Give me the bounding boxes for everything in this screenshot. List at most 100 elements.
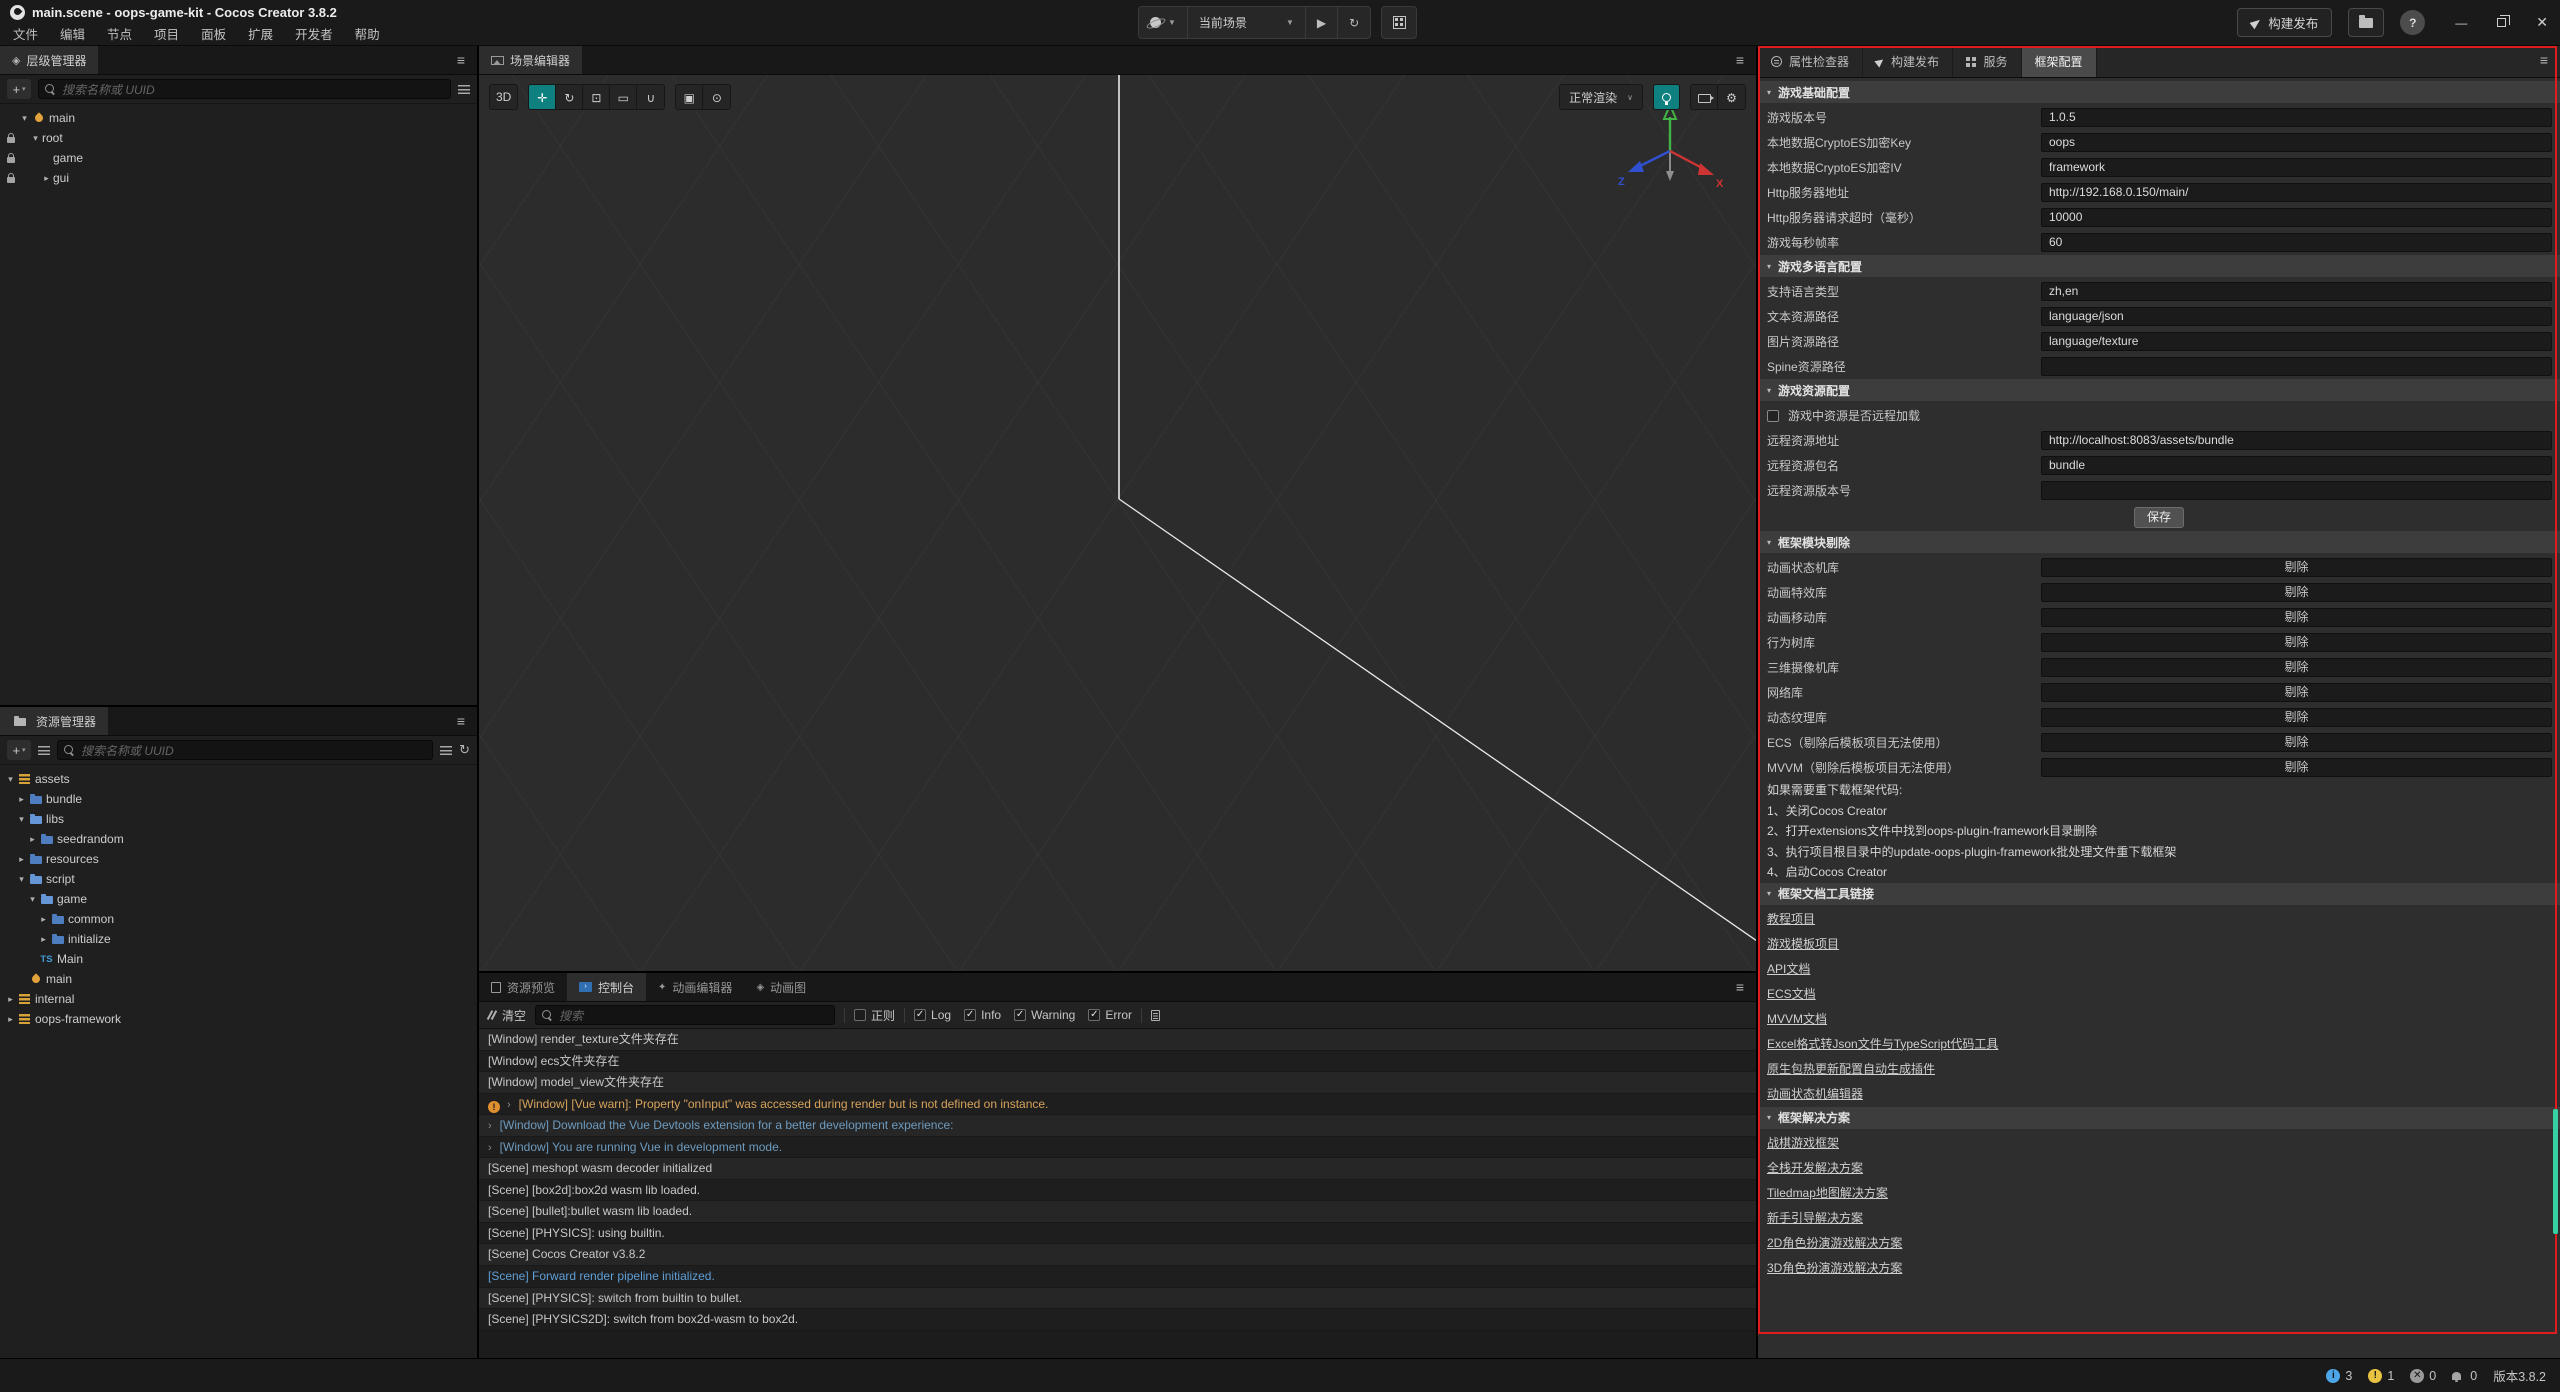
menu-item[interactable]: 帮助 — [344, 26, 391, 45]
remove-button[interactable]: 剔除 — [2041, 733, 2552, 752]
log-row[interactable]: [Window] model_view文件夹存在 — [479, 1072, 1756, 1094]
warning-count-badge[interactable]: ! 1 — [2368, 1369, 2394, 1383]
tree-row[interactable]: ▾script — [0, 869, 477, 889]
minimize-button[interactable]: — — [2455, 16, 2467, 30]
error-count-badge[interactable]: ✕ 0 — [2410, 1369, 2436, 1383]
doc-link[interactable]: 教程项目 — [1767, 912, 1815, 926]
section-header[interactable]: ▾框架模块剔除 — [1758, 531, 2560, 553]
rotate-tool-button[interactable]: ↻ — [556, 85, 583, 110]
section-header[interactable]: ▾框架解决方案 — [1758, 1107, 2560, 1129]
scale-tool-button[interactable]: ⊡ — [583, 85, 610, 110]
render-mode-select[interactable]: 正常渲染 ∨ — [1559, 84, 1643, 110]
close-button[interactable]: ✕ — [2536, 14, 2548, 31]
filter-list-icon[interactable] — [440, 746, 452, 755]
console-tab[interactable]: 资源预览 — [479, 973, 567, 1001]
remove-button[interactable]: 剔除 — [2041, 608, 2552, 627]
expand-chevron-icon[interactable]: › — [507, 1099, 511, 1111]
filter-error[interactable]: ✓Error — [1088, 1008, 1132, 1022]
tree-row[interactable]: ▸common — [0, 909, 477, 929]
pivot-button[interactable]: ▣ — [676, 85, 703, 110]
menu-item[interactable]: 项目 — [143, 26, 190, 45]
doc-link[interactable]: 新手引导解决方案 — [1767, 1211, 1863, 1225]
doc-link[interactable]: MVVM文档 — [1767, 1012, 1827, 1026]
help-button[interactable]: ? — [2400, 10, 2425, 35]
open-project-folder-button[interactable] — [2348, 8, 2384, 37]
expand-arrow-icon[interactable]: ▸ — [37, 914, 50, 925]
config-tab[interactable]: 构建发布 — [1863, 46, 1953, 77]
checkbox-icon[interactable]: ✓ — [1014, 1009, 1026, 1021]
panel-menu-icon[interactable]: ≡ — [1724, 973, 1756, 1001]
coordinate-button[interactable]: ⊙ — [703, 85, 730, 110]
expand-arrow-icon[interactable]: ▸ — [4, 994, 17, 1005]
remove-button[interactable]: 剔除 — [2041, 558, 2552, 577]
expand-arrow-icon[interactable]: ▸ — [37, 934, 50, 945]
expand-arrow-icon[interactable]: ▸ — [4, 1014, 17, 1025]
field-input[interactable]: language/json — [2041, 307, 2552, 326]
expand-arrow-icon[interactable]: ▸ — [15, 854, 28, 865]
save-button[interactable]: 保存 — [2134, 507, 2184, 528]
restart-button[interactable]: ↻ — [1338, 7, 1370, 38]
remove-button[interactable]: 剔除 — [2041, 583, 2552, 602]
field-input[interactable]: http://192.168.0.150/main/ — [2041, 183, 2552, 202]
console-tab[interactable]: ✦动画编辑器 — [646, 973, 744, 1001]
field-input[interactable]: framework — [2041, 158, 2552, 177]
section-header[interactable]: ▾游戏资源配置 — [1758, 379, 2560, 401]
tree-row[interactable]: ▸internal — [0, 989, 477, 1009]
doc-link[interactable]: ECS文档 — [1767, 987, 1816, 1001]
field-input[interactable]: 10000 — [2041, 208, 2552, 227]
expand-arrow-icon[interactable]: ▾ — [4, 774, 17, 785]
doc-link[interactable]: 游戏模板项目 — [1767, 937, 1839, 951]
config-tab[interactable]: 属性检查器 — [1758, 46, 1863, 77]
tree-row[interactable]: ▾root — [0, 128, 477, 148]
field-input[interactable]: bundle — [2041, 456, 2552, 475]
expand-arrow-icon[interactable]: ▾ — [29, 133, 42, 144]
assets-search-input[interactable]: 搜索名称或 UUID — [57, 740, 433, 760]
play-button[interactable]: ▶ — [1306, 7, 1338, 38]
remove-button[interactable]: 剔除 — [2041, 758, 2552, 777]
log-row[interactable]: !›[Window] [Vue warn]: Property "onInput… — [479, 1094, 1756, 1116]
log-row[interactable]: ›[Window] Download the Vue Devtools exte… — [479, 1115, 1756, 1137]
log-row[interactable]: [Scene] Forward render pipeline initiali… — [479, 1266, 1756, 1288]
filter-icon[interactable] — [458, 85, 470, 94]
doc-link[interactable]: 战棋游戏框架 — [1767, 1136, 1839, 1150]
info-count-badge[interactable]: i 3 — [2326, 1369, 2352, 1383]
tree-row[interactable]: ▸seedrandom — [0, 829, 477, 849]
expand-arrow-icon[interactable]: ▾ — [15, 874, 28, 885]
remove-button[interactable]: 剔除 — [2041, 683, 2552, 702]
filter-warning[interactable]: ✓Warning — [1014, 1008, 1075, 1022]
tree-row[interactable]: ▾game — [0, 889, 477, 909]
tab-hierarchy[interactable]: ◈ 层级管理器 — [0, 46, 98, 74]
tab-scene-editor[interactable]: 场景编辑器 — [479, 46, 582, 74]
preview-target-button[interactable]: ▼ — [1139, 7, 1188, 38]
panel-menu-icon[interactable]: ≡ — [1724, 46, 1756, 74]
field-input[interactable]: 1.0.5 — [2041, 108, 2552, 127]
field-input[interactable] — [2041, 357, 2552, 376]
gizmo-tool-button[interactable]: ∪ — [637, 85, 664, 110]
expand-arrow-icon[interactable]: ▾ — [26, 894, 39, 905]
expand-arrow-icon[interactable]: ▾ — [15, 814, 28, 825]
clear-console-button[interactable]: 清空 — [487, 1007, 526, 1024]
log-row[interactable]: [Scene] meshopt wasm decoder initialized — [479, 1158, 1756, 1180]
sort-icon[interactable] — [38, 746, 50, 755]
doc-link[interactable]: Tiledmap地图解决方案 — [1767, 1186, 1888, 1200]
tree-row[interactable]: ▸resources — [0, 849, 477, 869]
expand-arrow-icon[interactable]: ▸ — [15, 794, 28, 805]
3d-toggle-button[interactable]: 3D — [489, 84, 518, 110]
refresh-icon[interactable]: ↻ — [459, 742, 470, 758]
remove-button[interactable]: 剔除 — [2041, 708, 2552, 727]
log-file-icon[interactable] — [1151, 1010, 1160, 1021]
expand-chevron-icon[interactable]: › — [488, 1120, 492, 1132]
console-tab[interactable]: ◈动画图 — [744, 973, 818, 1001]
filter-info[interactable]: ✓Info — [964, 1008, 1001, 1022]
scene-settings-button[interactable]: ⚙ — [1718, 85, 1745, 110]
tree-row[interactable]: ▾assets — [0, 769, 477, 789]
tree-row[interactable]: ▸gui — [0, 168, 477, 188]
menu-item[interactable]: 节点 — [96, 26, 143, 45]
field-input[interactable] — [2041, 481, 2552, 500]
console-tab[interactable]: ›控制台 — [567, 973, 646, 1001]
log-row[interactable]: ›[Window] You are running Vue in develop… — [479, 1137, 1756, 1159]
camera-preview-button[interactable] — [1691, 85, 1718, 110]
log-row[interactable]: [Scene] [PHYSICS]: switch from builtin t… — [479, 1288, 1756, 1310]
field-input[interactable]: zh,en — [2041, 282, 2552, 301]
expand-chevron-icon[interactable]: › — [488, 1142, 492, 1154]
